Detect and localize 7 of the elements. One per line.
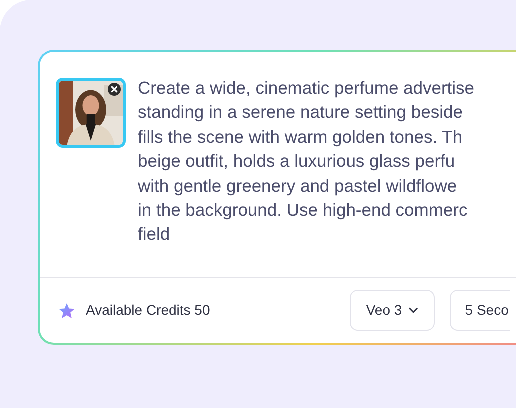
- chevron-down-icon: [408, 305, 420, 316]
- duration-dropdown[interactable]: 5 Seco: [450, 290, 510, 331]
- model-dropdown[interactable]: Veo 3: [350, 290, 436, 331]
- credits-label: Available Credits 50: [86, 301, 210, 320]
- prompt-text[interactable]: Create a wide, cinematic perfume advertise standing in a serene nature setting beside fills the scene with warm golden tones. Th beige outfit, holds a luxurious glass perfu with gentle greenery and pastel wildflowe in the background. Use high-end commerc field: [138, 76, 475, 277]
- star-icon: [58, 302, 76, 320]
- close-icon[interactable]: [108, 83, 121, 96]
